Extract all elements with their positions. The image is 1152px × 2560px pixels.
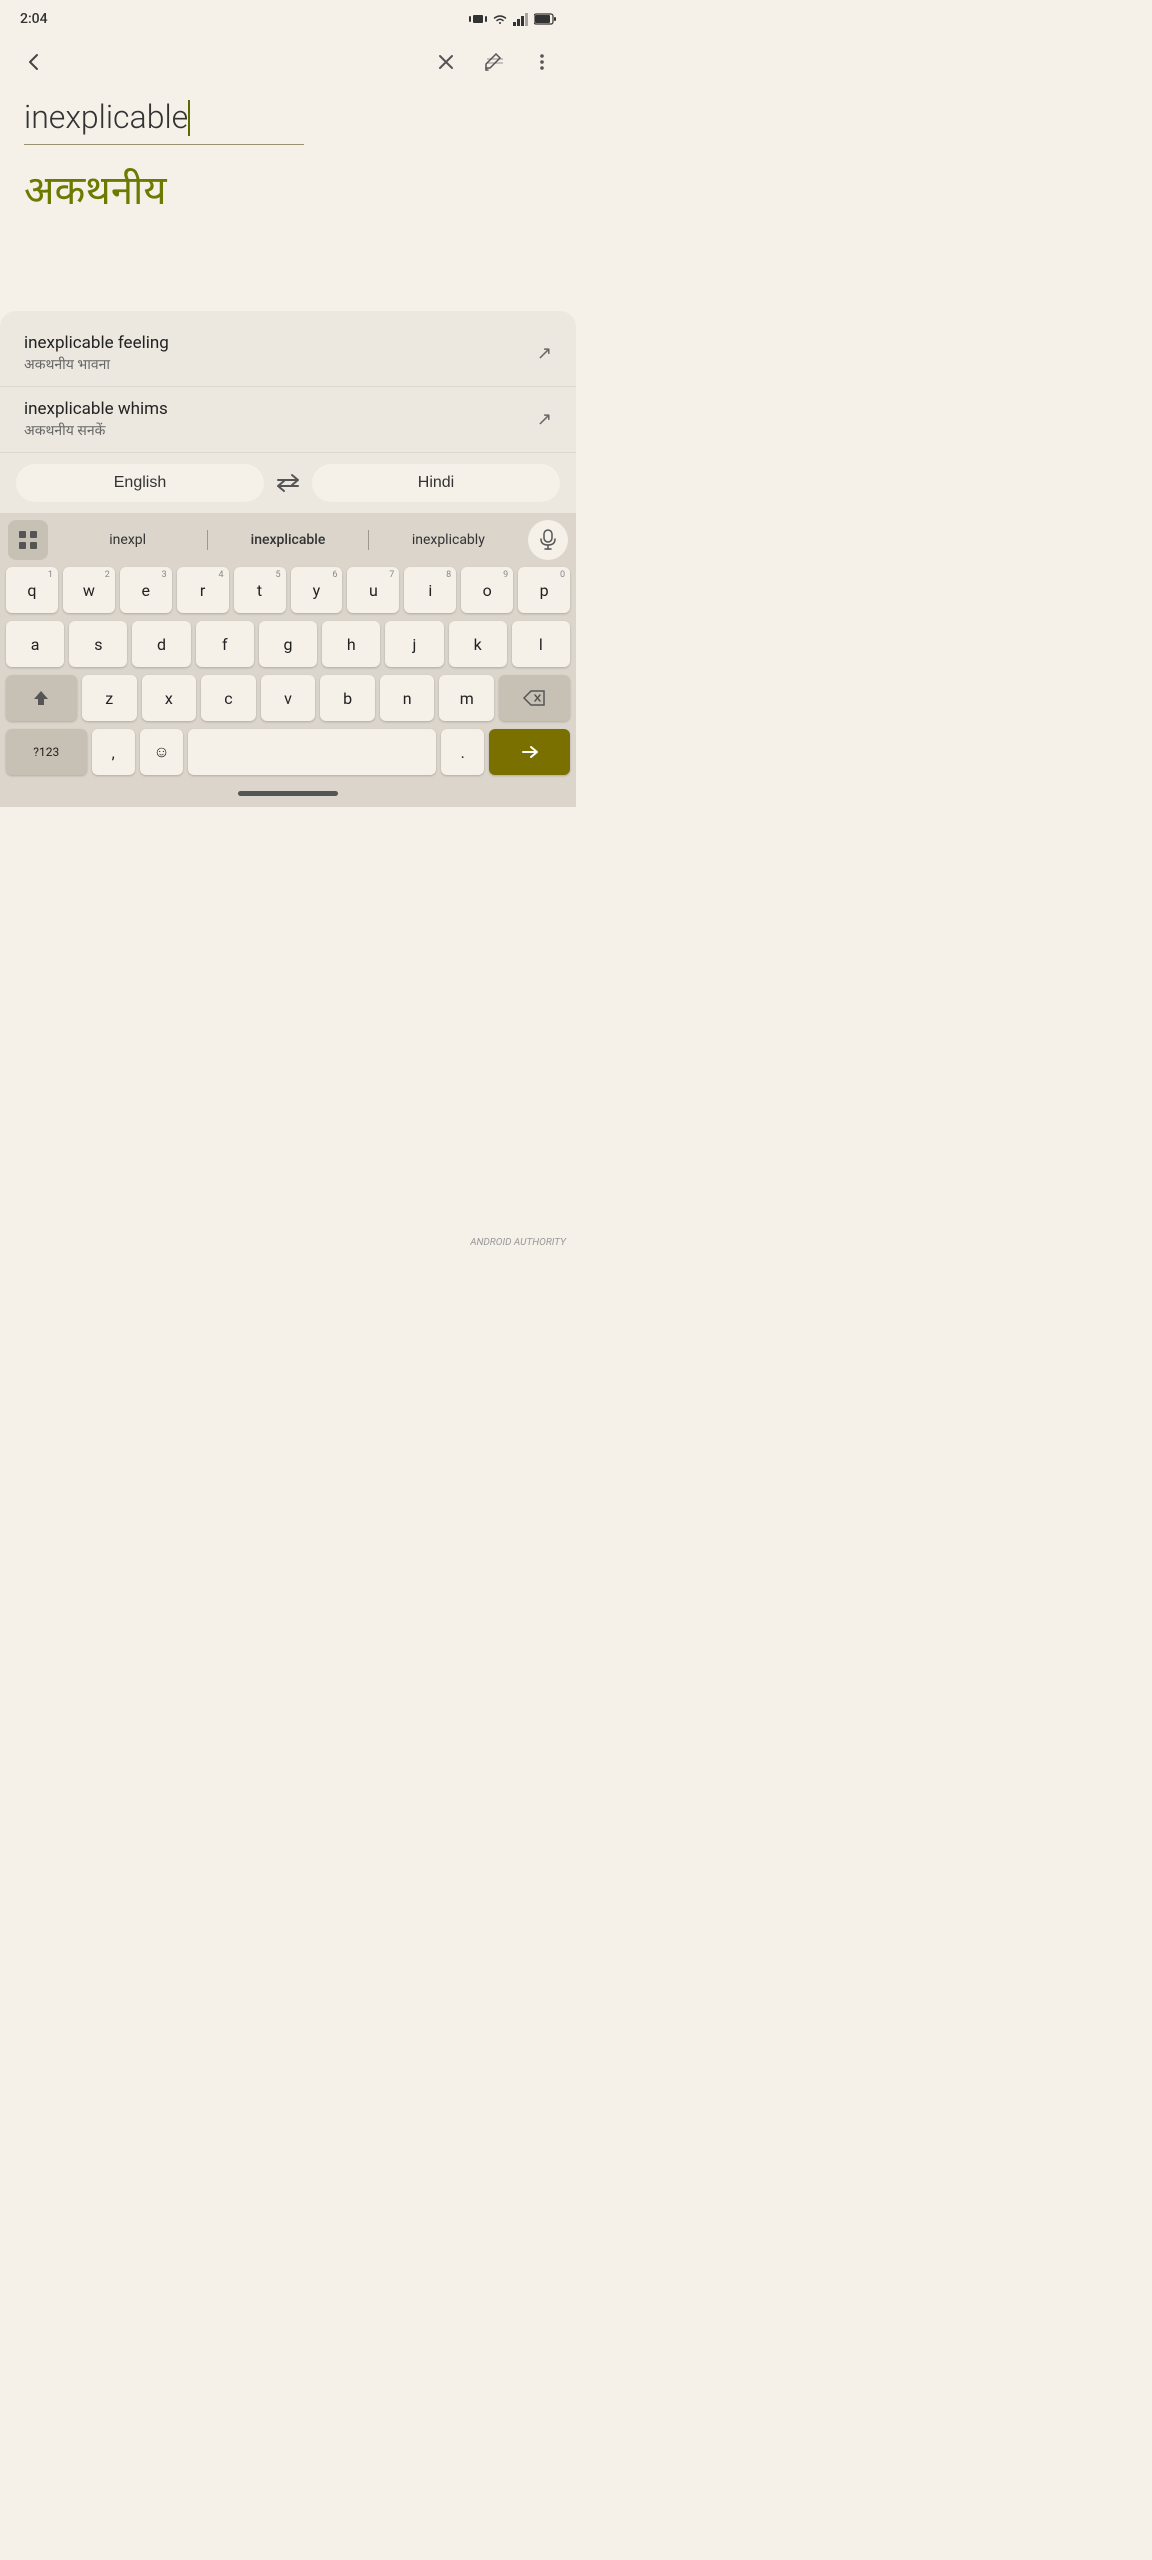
translated-text: अकथनीय (24, 169, 552, 221)
edit-icon (483, 51, 505, 73)
battery-icon (534, 13, 556, 25)
suggestion-hi-0: अकथनीय भावना (24, 355, 169, 374)
status-time: 2:04 (20, 11, 48, 27)
key-j[interactable]: j (385, 621, 443, 667)
signal-icon (513, 12, 529, 26)
suggestion-en-1: inexplicable whims (24, 399, 168, 419)
suggestion-divider-1 (368, 530, 369, 550)
clear-button[interactable] (424, 40, 468, 84)
key-i[interactable]: 8i (404, 567, 456, 613)
lang-switch: English Hindi (0, 453, 576, 513)
edit-button[interactable] (472, 40, 516, 84)
mic-button[interactable] (528, 520, 568, 560)
source-text-container[interactable]: inexplicable (24, 98, 552, 149)
key-f[interactable]: f (196, 621, 254, 667)
key-symbols[interactable]: ?123 (6, 729, 87, 775)
enter-icon (520, 744, 540, 760)
suggestion-en-0: inexplicable feeling (24, 333, 169, 353)
source-lang-button[interactable]: English (16, 464, 264, 502)
shift-icon (31, 688, 51, 708)
text-cursor (188, 100, 190, 136)
backspace-icon (523, 690, 545, 706)
key-s[interactable]: s (69, 621, 127, 667)
key-v[interactable]: v (261, 675, 316, 721)
toolbar-right (424, 40, 564, 84)
key-row-2: a s d f g h j k l (0, 617, 576, 671)
source-underline (24, 144, 304, 145)
key-a[interactable]: a (6, 621, 64, 667)
nav-pill (238, 791, 338, 796)
key-c[interactable]: c (201, 675, 256, 721)
suggestion-item-0[interactable]: inexplicable feeling अकथनीय भावना ↗ (0, 321, 576, 387)
suggestion-hi-1: अकथनीय सनकें (24, 421, 168, 440)
key-row-1: 1q 2w 3e 4r 5t 6y 7u 8i 9o 0p (0, 563, 576, 617)
key-d[interactable]: d (132, 621, 190, 667)
back-icon (23, 51, 45, 73)
key-l[interactable]: l (512, 621, 570, 667)
key-comma[interactable]: , (92, 729, 135, 775)
keyboard: inexpl inexplicable inexplicably 1q 2w 3… (0, 513, 576, 807)
key-h[interactable]: h (322, 621, 380, 667)
wifi-icon (492, 12, 508, 26)
translation-area: inexplicable अकथनीय (0, 88, 576, 221)
lang-swap-button[interactable] (264, 463, 312, 503)
key-q[interactable]: 1q (6, 567, 58, 613)
suggestion-chip-0[interactable]: inexpl (52, 528, 203, 552)
suggestions-area: inexplicable feeling अकथनीय भावना ↗ inex… (0, 311, 576, 513)
key-p[interactable]: 0p (518, 567, 570, 613)
toolbar (0, 36, 576, 88)
status-bar: 2:04 (0, 0, 576, 36)
more-button[interactable] (520, 40, 564, 84)
more-icon (532, 52, 552, 72)
grid-icon (17, 529, 39, 551)
key-x[interactable]: x (142, 675, 197, 721)
key-w[interactable]: 2w (63, 567, 115, 613)
suggestion-item-1[interactable]: inexplicable whims अकथनीय सनकें ↗ (0, 387, 576, 453)
key-o[interactable]: 9o (461, 567, 513, 613)
suggestion-text-0: inexplicable feeling अकथनीय भावना (24, 333, 169, 374)
target-lang-button[interactable]: Hindi (312, 464, 560, 502)
key-g[interactable]: g (259, 621, 317, 667)
key-b[interactable]: b (320, 675, 375, 721)
key-k[interactable]: k (449, 621, 507, 667)
key-enter[interactable] (489, 729, 570, 775)
vibrate-icon (469, 12, 487, 26)
suggestion-divider-0 (207, 530, 208, 550)
key-backspace[interactable] (499, 675, 570, 721)
suggestion-chip-2[interactable]: inexplicably (373, 528, 524, 552)
watermark: ANDROID AUTHORITY (470, 1237, 566, 1248)
keyboard-grid-button[interactable] (8, 520, 48, 560)
key-n[interactable]: n (380, 675, 435, 721)
back-button[interactable] (12, 40, 56, 84)
swap-icon (274, 473, 302, 493)
suggestion-arrow-1: ↗ (537, 409, 552, 430)
key-z[interactable]: z (82, 675, 137, 721)
suggestion-chip-1[interactable]: inexplicable (212, 528, 363, 552)
key-row-4: ?123 , ☺ . (0, 725, 576, 779)
key-emoji[interactable]: ☺ (140, 729, 183, 775)
key-shift[interactable] (6, 675, 77, 721)
source-text: inexplicable (24, 98, 552, 136)
key-y[interactable]: 6y (291, 567, 343, 613)
key-m[interactable]: m (439, 675, 494, 721)
status-icons (469, 12, 556, 26)
clear-icon (436, 52, 456, 72)
mic-icon (539, 529, 557, 551)
suggestion-arrow-0: ↗ (537, 343, 552, 364)
key-u[interactable]: 7u (347, 567, 399, 613)
keyboard-suggestions-row: inexpl inexplicable inexplicably (0, 517, 576, 563)
key-t[interactable]: 5t (234, 567, 286, 613)
nav-bar (0, 779, 576, 807)
key-period[interactable]: . (441, 729, 484, 775)
suggestion-text-1: inexplicable whims अकथनीय सनकें (24, 399, 168, 440)
key-row-3: z x c v b n m (0, 671, 576, 725)
key-r[interactable]: 4r (177, 567, 229, 613)
key-e[interactable]: 3e (120, 567, 172, 613)
key-space[interactable] (188, 729, 436, 775)
source-word: inexplicable (24, 98, 188, 136)
